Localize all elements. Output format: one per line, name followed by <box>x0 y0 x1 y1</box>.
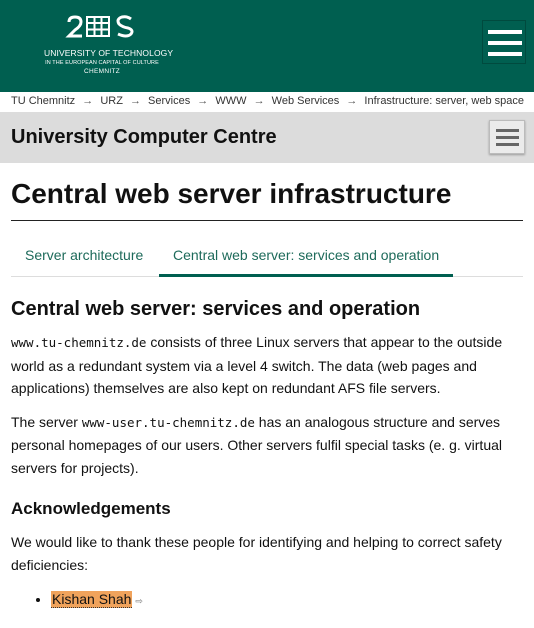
acknowledgements-list: Kishan Shah⇨ <box>51 588 516 612</box>
paragraph-www-user: The server www-user.tu-chemnitz.de has a… <box>11 411 516 480</box>
breadcrumb-item-tu-chemnitz[interactable]: TU Chemnitz <box>11 95 75 107</box>
breadcrumb-arrow-icon: → <box>253 95 265 107</box>
hamburger-icon <box>488 30 522 34</box>
hostname-www-user: www-user.tu-chemnitz.de <box>81 414 255 430</box>
tu-chemnitz-logo-icon <box>65 15 134 38</box>
hamburger-icon-bar <box>488 52 522 56</box>
breadcrumb-item-urz[interactable]: URZ <box>100 95 123 107</box>
breadcrumb-item-www[interactable]: WWW <box>215 95 246 107</box>
section-menu-button[interactable] <box>489 120 525 154</box>
tab-services-and-operation[interactable]: Central web server: services and operati… <box>159 234 453 277</box>
acknowledgements-heading: Acknowledgements <box>11 499 171 518</box>
breadcrumb-arrow-icon: → <box>197 95 209 107</box>
breadcrumb-arrow-icon: → <box>129 95 141 107</box>
hamburger-icon-bar <box>488 41 522 45</box>
site-header: UNIVERSITY OF TECHNOLOGY IN THE EUROPEAN… <box>0 0 534 92</box>
external-link-icon: ⇨ <box>135 596 143 606</box>
page-title: Central web server infrastructure <box>11 178 523 221</box>
content-heading: Central web server: services and operati… <box>11 298 421 320</box>
acknowledgements-text: We would like to thank these people for … <box>11 534 502 573</box>
hamburger-icon-bar <box>496 143 519 146</box>
breadcrumb: TU Chemnitz → URZ → Services → WWW → Web… <box>0 92 534 112</box>
logo-text-line3: CHEMNITZ <box>84 68 120 75</box>
main-menu-button[interactable] <box>482 20 526 64</box>
university-logo[interactable]: UNIVERSITY OF TECHNOLOGY IN THE EUROPEAN… <box>44 14 174 75</box>
main-content: Central web server: services and operati… <box>11 298 516 612</box>
breadcrumb-item-services[interactable]: Services <box>148 95 190 107</box>
breadcrumb-arrow-icon: → <box>346 95 358 107</box>
hostname-www: www.tu-chemnitz.de <box>11 335 147 350</box>
tab-server-architecture[interactable]: Server architecture <box>11 234 158 277</box>
paragraph-www: www.tu-chemnitz.de consists of three Lin… <box>11 331 516 400</box>
hamburger-icon-bar <box>496 136 519 139</box>
section-bar: University Computer Centre <box>0 112 534 163</box>
hamburger-icon <box>496 129 519 132</box>
logo-text-line1: UNIVERSITY OF TECHNOLOGY <box>44 48 174 58</box>
breadcrumb-arrow-icon: → <box>82 95 94 107</box>
section-title[interactable]: University Computer Centre <box>11 126 277 149</box>
breadcrumb-item-infrastructure[interactable]: Infrastructure: server, web space <box>364 95 524 107</box>
breadcrumb-item-web-services[interactable]: Web Services <box>272 95 340 107</box>
tab-bar: Server architecture Central web server: … <box>11 234 523 277</box>
logo-text-line2: IN THE EUROPEAN CAPITAL OF CULTURE <box>45 60 159 66</box>
acknowledged-person-link[interactable]: Kishan Shah <box>51 591 133 608</box>
list-item: Kishan Shah⇨ <box>51 588 516 612</box>
paragraph-www-user-prefix: The server <box>11 413 82 430</box>
